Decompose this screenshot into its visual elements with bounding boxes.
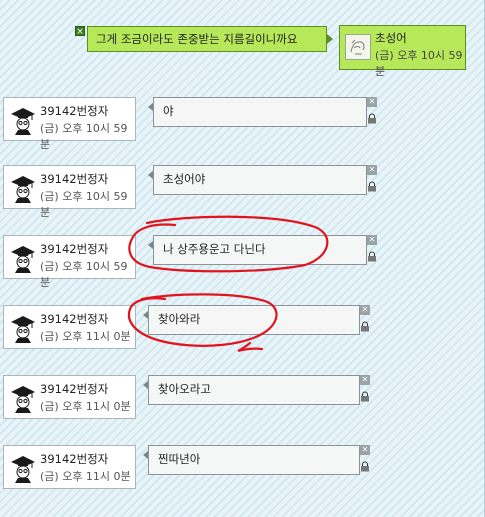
message-row: 39142번정자 (금) 오후 10시 59분 초성어야 ✕ [0,165,485,225]
sketch-avatar-icon [345,34,371,60]
outgoing-bubble-tail [327,34,333,44]
message-text: 야 [163,104,174,118]
message-bubble: 찐따년아 [148,445,360,475]
message-row: 39142번정자 (금) 오후 10시 59분 야 ✕ [0,97,485,157]
lock-icon[interactable] [360,321,370,332]
sender-profile-card[interactable]: 39142번정자 (금) 오후 11시 0분 [3,375,136,419]
message-timestamp: (금) 오후 10시 59분 [40,122,128,151]
graduate-avatar-icon [11,176,35,203]
outgoing-profile-card[interactable]: 초성어 (금) 오후 10시 59분 [339,25,466,78]
message-row: 39142번정자 (금) 오후 10시 59분 나 상주용운고 다닌다 ✕ [0,235,485,295]
outgoing-timestamp: (금) 오후 10시 59분 [375,49,463,78]
graduate-avatar-icon [11,316,35,343]
close-icon[interactable]: ✕ [360,445,370,455]
message-timestamp: (금) 오후 11시 0분 [40,470,131,483]
sender-profile-card[interactable]: 39142번정자 (금) 오후 11시 0분 [3,445,136,489]
sender-profile-card[interactable]: 39142번정자 (금) 오후 11시 0분 [3,305,136,349]
lock-icon[interactable] [367,113,377,124]
message-text: 찐따년아 [158,452,201,466]
lock-icon[interactable] [367,251,377,262]
message-timestamp: (금) 오후 10시 59분 [40,260,128,289]
outgoing-bubble: 그게 조금이라도 존중받는 지름길이니까요 [87,26,327,52]
sender-profile-card[interactable]: 39142번정자 (금) 오후 10시 59분 [3,165,136,219]
sender-name: 39142번정자 [40,452,109,466]
graduate-avatar-icon [11,246,35,273]
close-icon[interactable]: ✕ [367,97,377,107]
close-icon[interactable]: ✕ [360,305,370,315]
graduate-avatar-icon [11,386,35,413]
sender-name: 39142번정자 [40,172,109,186]
lock-icon[interactable] [360,461,370,472]
outgoing-sender-name: 초성어 [375,31,407,45]
message-row: 39142번정자 (금) 오후 11시 0분 찾아오라고 ✕ [0,375,485,435]
message-timestamp: (금) 오후 11시 0분 [40,400,131,413]
close-icon[interactable]: ✕ [367,235,377,245]
sender-profile-card[interactable]: 39142번정자 (금) 오후 10시 59분 [3,97,136,151]
message-bubble: 찾아오라고 [148,375,360,405]
message-timestamp: (금) 오후 10시 59분 [40,190,128,219]
lock-icon[interactable] [367,181,377,192]
sender-name: 39142번정자 [40,382,109,396]
message-text: 나 상주용운고 다닌다 [163,242,266,256]
message-row: 39142번정자 (금) 오후 11시 0분 찾아와라 ✕ [0,305,485,365]
close-icon[interactable]: ✕ [367,165,377,175]
message-bubble: 초성어야 [153,165,367,195]
message-text: 찾아오라고 [158,382,211,396]
message-text: 초성어야 [163,172,206,186]
sender-name: 39142번정자 [40,312,109,326]
sender-profile-card[interactable]: 39142번정자 (금) 오후 10시 59분 [3,235,136,289]
message-row: 39142번정자 (금) 오후 11시 0분 찐따년아 ✕ [0,445,485,505]
message-timestamp: (금) 오후 11시 0분 [40,330,131,343]
close-icon[interactable]: ✕ [360,375,370,385]
lock-icon[interactable] [360,391,370,402]
graduate-avatar-icon [11,456,35,483]
message-bubble: 나 상주용운고 다닌다 [153,235,367,265]
message-bubble: 야 [153,97,367,127]
close-icon[interactable]: × [75,26,85,37]
outgoing-text: 그게 조금이라도 존중받는 지름길이니까요 [96,32,298,46]
message-text: 찾아와라 [158,312,201,326]
sender-name: 39142번정자 [40,104,109,118]
message-bubble: 찾아와라 [148,305,360,335]
graduate-avatar-icon [11,108,35,135]
sender-name: 39142번정자 [40,242,109,256]
